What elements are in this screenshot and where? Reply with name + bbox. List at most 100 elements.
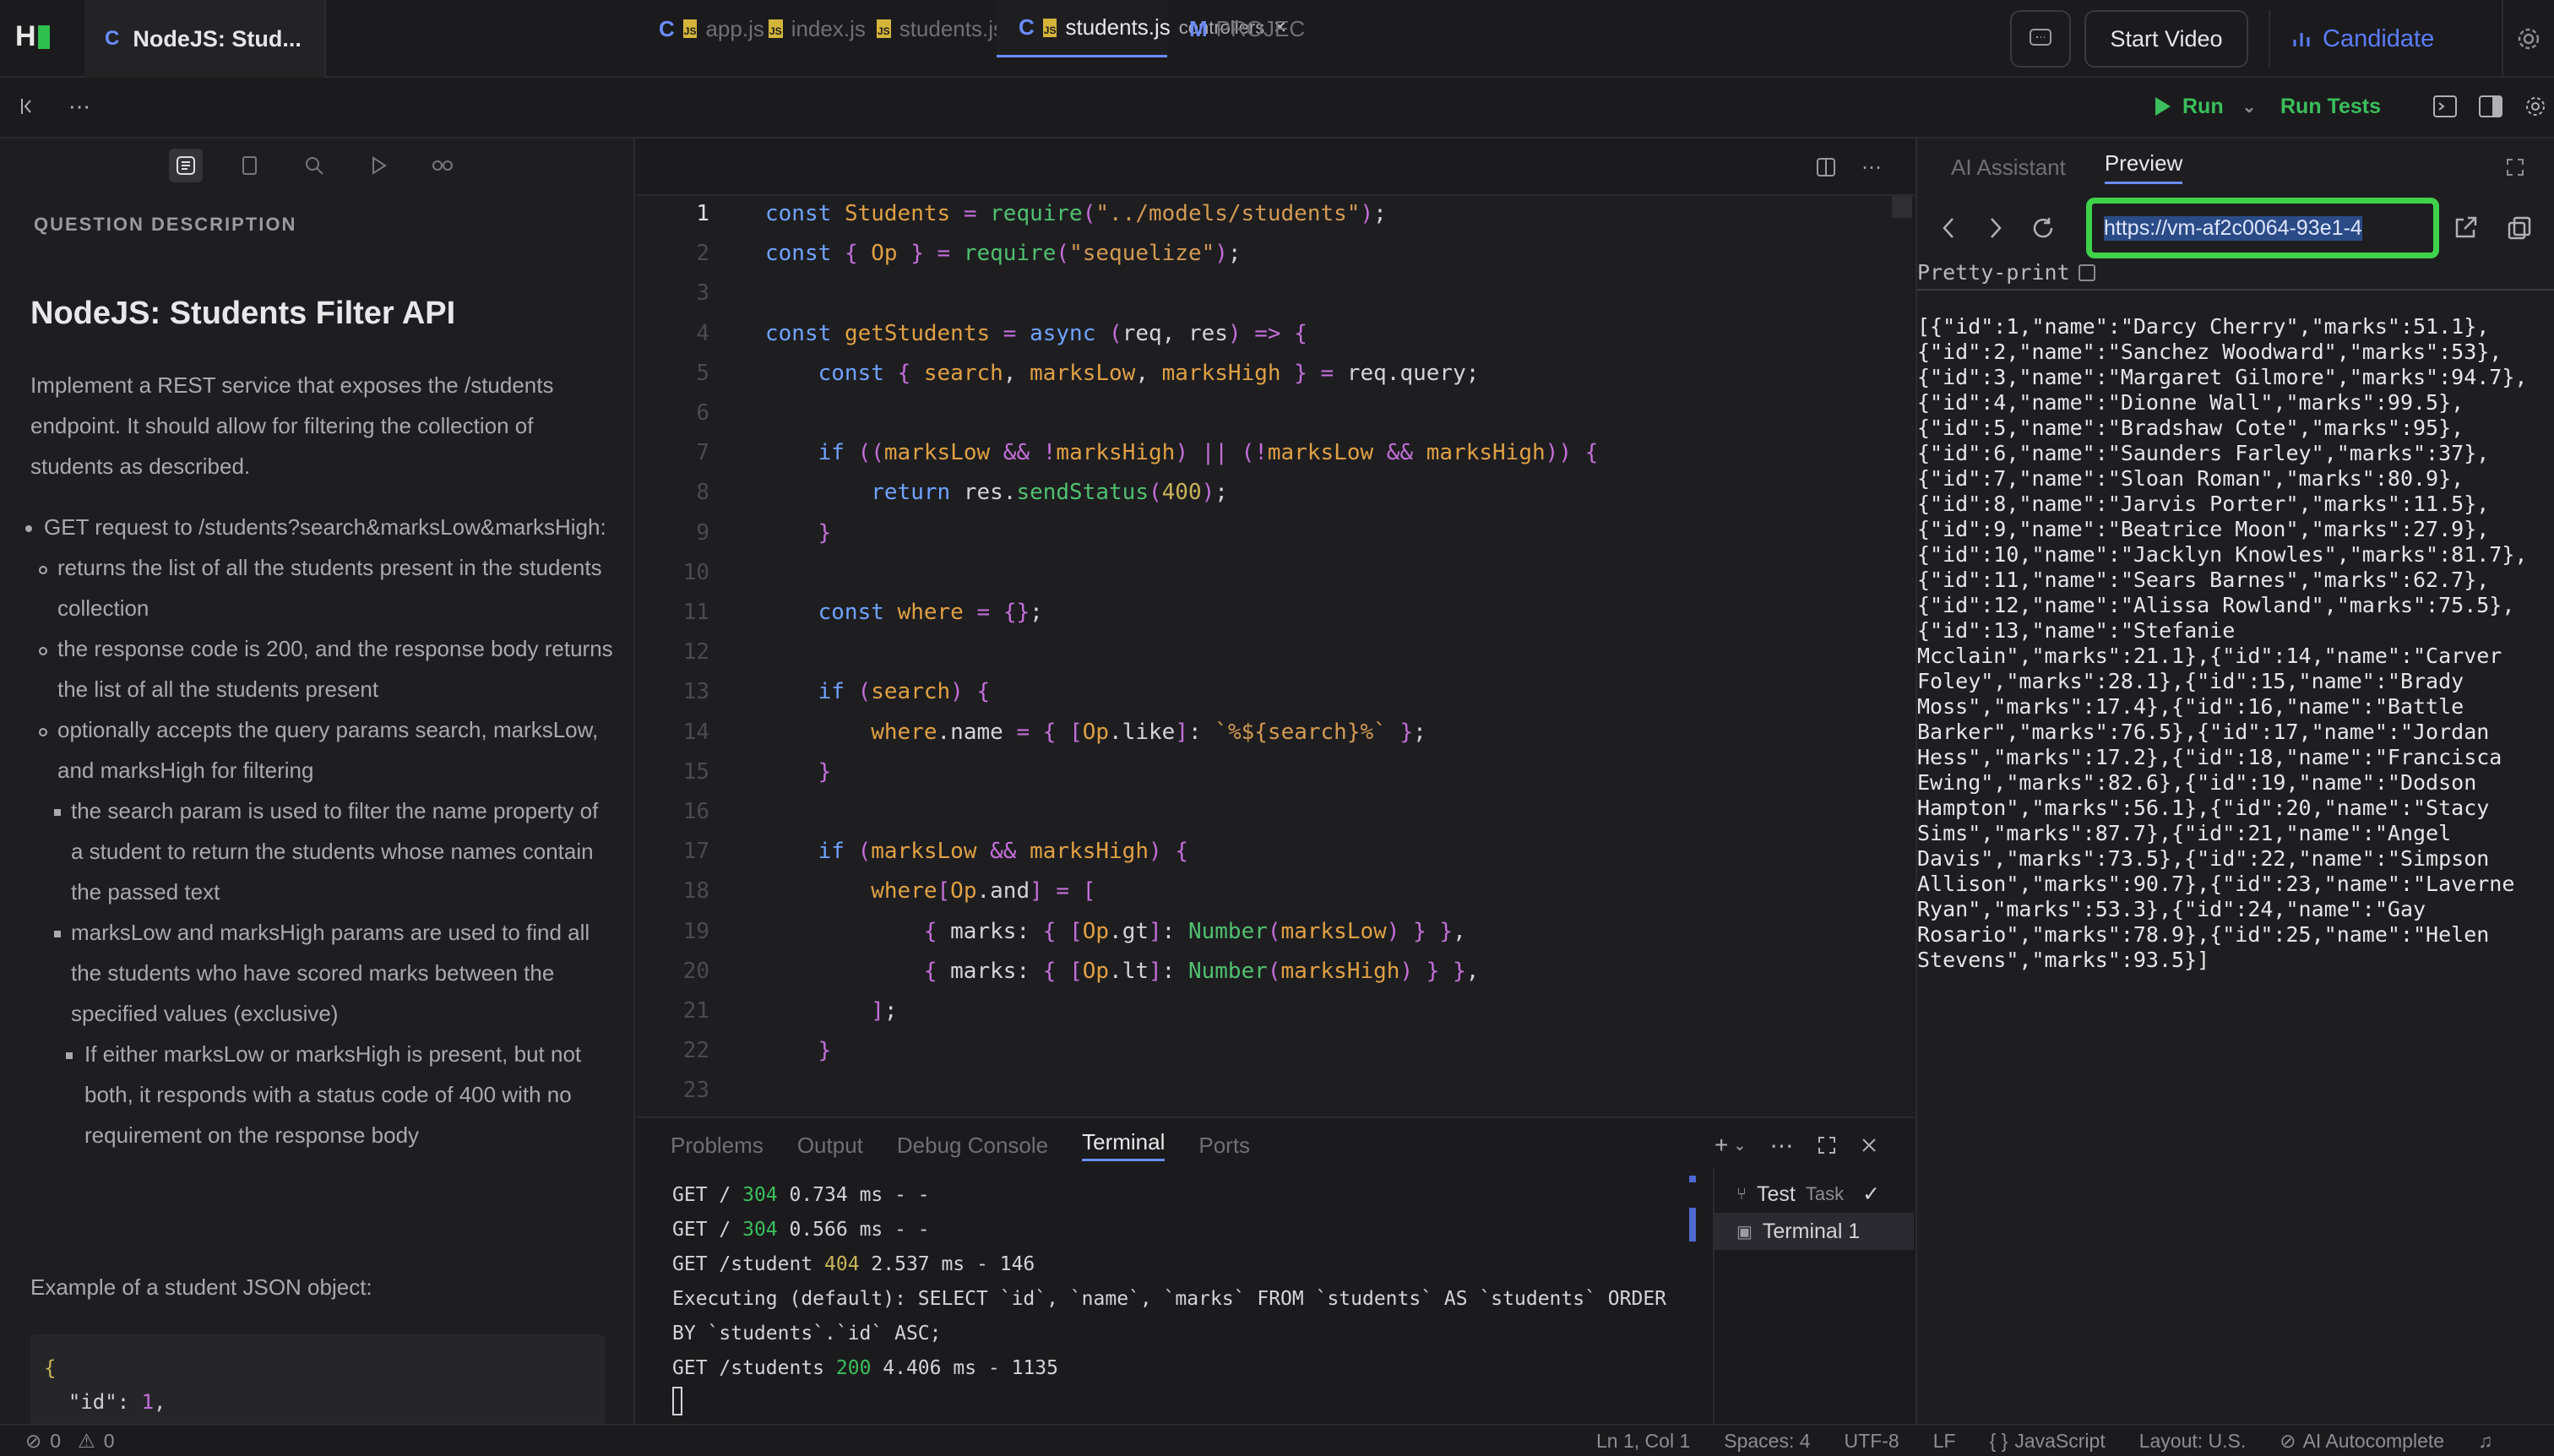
- preview-actions: [2453, 211, 2532, 245]
- question-intro: Implement a REST service that exposes th…: [30, 372, 554, 479]
- close-icon[interactable]: [1861, 1137, 1877, 1154]
- more-options-icon[interactable]: ⋯: [1769, 1132, 1793, 1160]
- code-text: const { search, marksLow, marksHigh } = …: [818, 360, 1480, 386]
- tab-debug-console[interactable]: Debug Console: [897, 1133, 1048, 1159]
- split-editor-icon[interactable]: [1816, 157, 1836, 177]
- terminal-line: GET /student 404 2.537 ms - 146: [672, 1253, 1035, 1275]
- more-options-icon[interactable]: ⋯: [1861, 155, 1882, 180]
- toolbar-actions: [2432, 90, 2547, 123]
- tab-output[interactable]: Output: [797, 1133, 863, 1159]
- code-text: ];: [871, 998, 898, 1024]
- code-text: const getStudents = async (req, res) => …: [765, 320, 1307, 346]
- cursor-position[interactable]: Ln 1, Col 1: [1596, 1430, 1690, 1453]
- tab-ports[interactable]: Ports: [1198, 1133, 1250, 1159]
- list-item: If either marksLow or marksHigh is prese…: [22, 1034, 613, 1155]
- terminal-tabs: Problems Output Debug Console Terminal Ports: [671, 1128, 1250, 1162]
- editor-tab-students-js[interactable]: C JS students.js controllers ✕: [997, 0, 1287, 57]
- tab-problems[interactable]: Problems: [671, 1133, 763, 1159]
- code-text: const where = {};: [818, 600, 1043, 625]
- files-icon[interactable]: [233, 149, 267, 182]
- status-bar: ⊘ 0 ⚠ 0 Ln 1, Col 1 Spaces: 4 UTF-8 LF { }…: [0, 1424, 2554, 1456]
- code-editor[interactable]: 1 const Students = require("../models/stu…: [637, 196, 1914, 1116]
- editor-tab-index-js[interactable]: JS index.js: [747, 0, 866, 57]
- chat-button[interactable]: [2010, 10, 2071, 68]
- code-line: 12: [637, 633, 1914, 671]
- maximize-icon[interactable]: [1817, 1135, 1837, 1155]
- gear-icon[interactable]: [2524, 95, 2547, 118]
- editor-tab-app-js[interactable]: C JS app.js: [637, 0, 764, 57]
- toggle-sidebar-icon[interactable]: [14, 91, 44, 122]
- tab-terminal[interactable]: Terminal: [1082, 1129, 1166, 1161]
- candidate-button[interactable]: Candidate: [2269, 10, 2497, 68]
- app-logo[interactable]: H: [15, 20, 57, 56]
- language-label: JavaScript: [2014, 1429, 2106, 1452]
- run-tests-button[interactable]: Run Tests: [2280, 90, 2381, 123]
- pretty-print-checkbox[interactable]: [2078, 263, 2095, 281]
- example-code-block: { "id": 1, "name": "Darcy Cherry",: [30, 1334, 605, 1427]
- pretty-print-toggle[interactable]: Pretty-print: [1917, 260, 2095, 285]
- open-external-icon[interactable]: [2453, 215, 2478, 241]
- chevron-down-icon[interactable]: ⌄: [1733, 1137, 1746, 1154]
- run-debug-icon[interactable]: [361, 149, 395, 182]
- terminal-line: BY `students`.`id` ASC;: [672, 1323, 942, 1345]
- forward-icon[interactable]: [1985, 215, 2005, 241]
- line-number: 9: [696, 519, 709, 546]
- add-terminal-icon[interactable]: +: [1714, 1132, 1728, 1159]
- chevron-down-icon[interactable]: ⌄: [2242, 96, 2257, 117]
- json-line: Sims","marks":87.7},{"id":21,"name":"Ang…: [1917, 821, 2452, 845]
- json-line: {"id":3,"name":"Margaret Gilmore","marks…: [1917, 365, 2528, 389]
- terminal-list-item[interactable]: ⑂ Test Task ✓: [1714, 1176, 1914, 1213]
- problems-indicator[interactable]: ⊘ 0 ⚠ 0: [25, 1430, 115, 1453]
- line-number: 21: [682, 998, 709, 1024]
- tab-preview[interactable]: Preview: [2104, 150, 2183, 184]
- encoding[interactable]: UTF-8: [1845, 1430, 1899, 1453]
- more-options-icon[interactable]: ⋯: [64, 91, 95, 122]
- json-line: {"id":10,"name":"Jacklyn Knowles","marks…: [1917, 542, 2528, 567]
- code-line: 19 { marks: { [Op.gt]: Number(marksLow) …: [637, 912, 1914, 951]
- tab-ai-assistant[interactable]: AI Assistant: [1951, 155, 2066, 181]
- bell-icon[interactable]: ♫: [2478, 1430, 2492, 1453]
- keyboard-layout[interactable]: Layout: U.S.: [2139, 1430, 2247, 1453]
- copy-icon[interactable]: [2507, 215, 2532, 241]
- line-number: 6: [696, 400, 709, 426]
- expand-icon[interactable]: [2500, 152, 2530, 182]
- settings-button[interactable]: [2502, 0, 2554, 78]
- terminal-list-item[interactable]: ▣ Terminal 1: [1714, 1213, 1914, 1250]
- refresh-icon[interactable]: [2030, 215, 2056, 241]
- json-line: Barker","marks":76.5},{"id":17,"name":"J…: [1917, 720, 2490, 744]
- terminal-output[interactable]: GET / 304 0.734 ms - - GET / 304 0.566 ms…: [672, 1178, 1703, 1386]
- terminal-list-sublabel: Task: [1805, 1183, 1845, 1204]
- back-icon[interactable]: [1939, 215, 1959, 241]
- list-item: the search param is used to filter the n…: [22, 790, 613, 912]
- ai-icon: ⊘: [2280, 1429, 2296, 1452]
- line-number: 14: [682, 719, 709, 745]
- description-icon[interactable]: [169, 149, 203, 182]
- run-button[interactable]: Run ⌄: [2150, 90, 2256, 123]
- editor-tab-students-js[interactable]: JSstudents.jsroutes: [855, 0, 1064, 57]
- json-line: {"id":2,"name":"Sanchez Woodward","marks…: [1917, 340, 2502, 364]
- search-icon[interactable]: [297, 149, 331, 182]
- line-number: 8: [696, 480, 709, 506]
- extensions-icon[interactable]: [426, 149, 459, 182]
- file-modified-icon: C: [1019, 14, 1035, 40]
- split-layout-icon[interactable]: [2478, 95, 2503, 118]
- terminal-icon[interactable]: [2432, 95, 2458, 118]
- start-video-button[interactable]: Start Video: [2084, 10, 2248, 68]
- warning-count: 0: [103, 1429, 115, 1452]
- url-text[interactable]: https://vm-af2c0064-93e1-4: [2104, 215, 2362, 241]
- url-bar[interactable]: https://vm-af2c0064-93e1-4: [2086, 198, 2439, 258]
- editor-tab-PROJEC[interactable]: M PROJEC: [1167, 0, 1305, 57]
- language-mode[interactable]: { } JavaScript: [1990, 1430, 2106, 1453]
- window-tab[interactable]: C NodeJS: Stud...: [84, 0, 326, 78]
- json-response: [{"id":1,"name":"Darcy Cherry","marks":5…: [1917, 314, 2551, 973]
- code-line: "id": 1,: [44, 1390, 166, 1414]
- terminal-line: Executing (default): SELECT `id`, `name`…: [672, 1288, 1667, 1310]
- line-number: 19: [682, 918, 709, 944]
- divider: [1917, 289, 2554, 291]
- braces-icon: { }: [1989, 1429, 2008, 1452]
- end-of-line[interactable]: LF: [1933, 1430, 1956, 1453]
- ai-autocomplete[interactable]: ⊘ AI Autocomplete: [2280, 1430, 2444, 1453]
- terminal-scrollbar[interactable]: [1689, 1208, 1696, 1241]
- code-line: 1 const Students = require("../models/stu…: [637, 196, 1914, 233]
- indentation[interactable]: Spaces: 4: [1724, 1430, 1810, 1453]
